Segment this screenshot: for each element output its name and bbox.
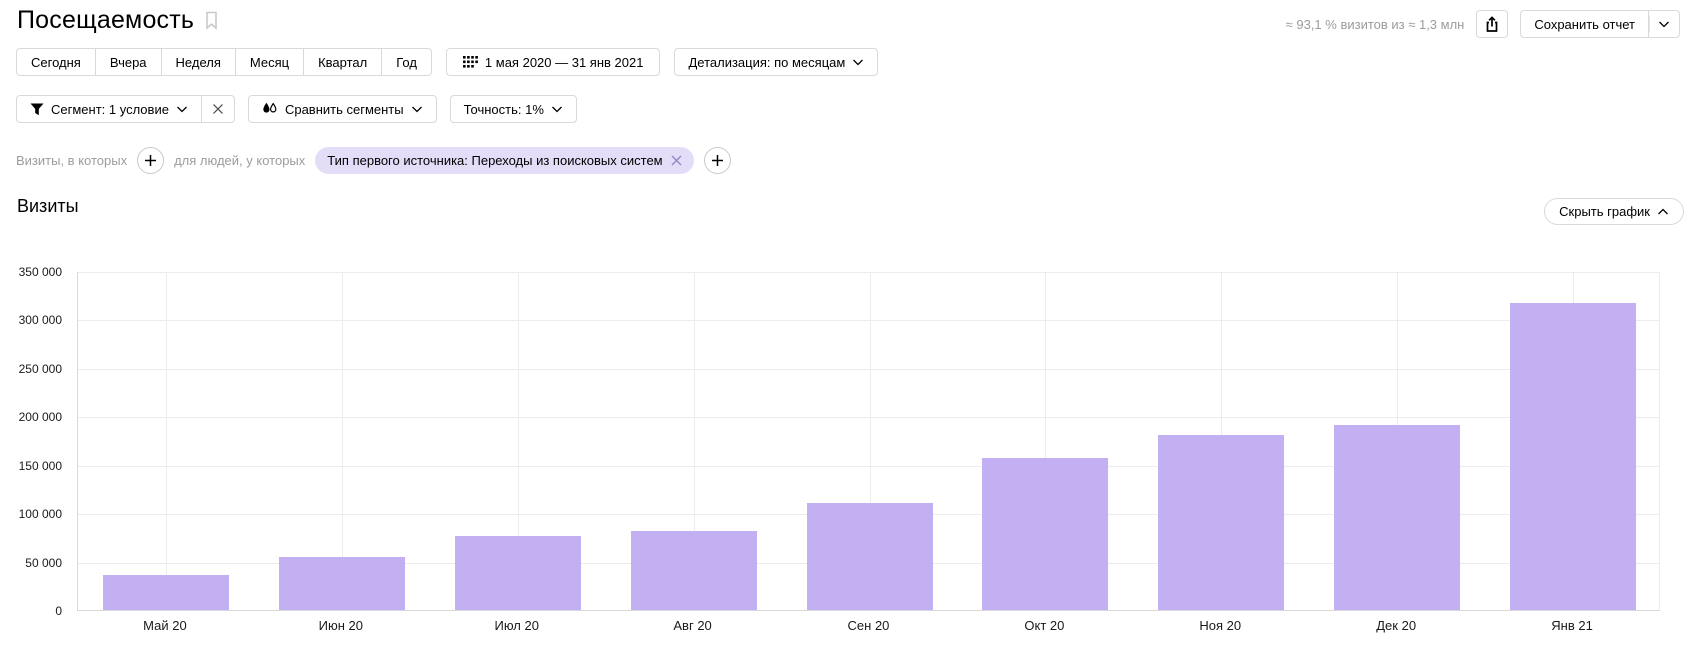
segment-row: Сегмент: 1 условие Сравнить сегменты Точ… — [16, 95, 577, 123]
chart-x-axis: Май 20 Июн 20 Июл 20 Авг 20 Сен 20 Окт 20 Ноя … — [77, 618, 1660, 638]
page-title: Посещаемость — [17, 6, 219, 35]
filter-chip-label: Тип первого источника: Переходы из поиск… — [327, 153, 663, 168]
period-button-1[interactable]: Вчера — [94, 48, 162, 76]
period-button-4[interactable]: Квартал — [303, 48, 383, 76]
detail-label: Детализация: по месяцам — [688, 54, 846, 70]
y-tick-label: 300 000 — [18, 313, 62, 328]
y-tick-label: 100 000 — [18, 507, 62, 522]
two-drops-icon — [262, 102, 278, 116]
x-tick-label: Июн 20 — [318, 618, 363, 633]
y-tick-label: 250 000 — [18, 361, 62, 376]
chevron-down-icon — [852, 59, 864, 66]
y-tick-label: 200 000 — [18, 410, 62, 425]
x-tick-label: Июл 20 — [494, 618, 539, 633]
page-title-text: Посещаемость — [17, 6, 195, 34]
app: { "header": { "title": "Посещаемость", "… — [0, 0, 1696, 657]
chart-bar-6[interactable] — [1158, 434, 1285, 610]
x-tick-label: Ноя 20 — [1199, 618, 1242, 633]
save-report-split-button: Сохранить отчет — [1520, 10, 1680, 38]
period-button-0[interactable]: Сегодня — [16, 48, 96, 76]
segment-label: Сегмент: 1 условие — [51, 101, 169, 117]
chart-bar-5[interactable] — [982, 457, 1109, 610]
segment-clear-button[interactable] — [200, 95, 235, 123]
plus-icon — [711, 154, 724, 167]
chart-bar-8[interactable] — [1510, 302, 1637, 610]
add-people-condition-button[interactable] — [703, 147, 731, 174]
save-report-menu-button[interactable] — [1649, 10, 1680, 38]
add-visit-condition-button[interactable] — [137, 147, 165, 174]
segment-button-group: Сегмент: 1 условие — [16, 95, 235, 123]
x-tick-label: Янв 21 — [1551, 618, 1593, 633]
export-icon — [1484, 15, 1500, 33]
chevron-down-icon — [411, 106, 423, 113]
close-icon — [212, 103, 224, 115]
chart-y-axis: 0 50 000 100 000 150 000 200 000 250 000 300 0… — [0, 265, 62, 618]
period-button-group: Сегодня Вчера Неделя Месяц Квартал Год — [16, 48, 432, 76]
gridline — [78, 320, 1659, 322]
save-report-button[interactable]: Сохранить отчет — [1520, 10, 1649, 38]
chevron-down-icon — [551, 106, 563, 113]
date-range-label: 1 мая 2020 — 31 янв 2021 — [484, 54, 644, 70]
compare-segments-label: Сравнить сегменты — [284, 101, 404, 117]
export-button[interactable] — [1476, 10, 1509, 38]
period-button-5[interactable]: Год — [381, 48, 432, 76]
header-actions: ≈ 93,1 % визитов из ≈ 1,3 млн Сохранить … — [1286, 10, 1680, 38]
x-tick-label: Дек 20 — [1376, 618, 1417, 633]
toolbar-row: Сегодня Вчера Неделя Месяц Квартал Год 1 мая … — [16, 48, 879, 76]
compare-segments-dropdown[interactable]: Сравнить сегменты — [247, 95, 437, 123]
accuracy-label: Точность: 1% — [463, 101, 544, 117]
sample-info: ≈ 93,1 % визитов из ≈ 1,3 млн — [1285, 16, 1465, 32]
x-tick-label: Сен 20 — [847, 618, 890, 633]
visits-condition-label: Визиты, в которых — [16, 153, 128, 168]
chart-bar-2[interactable] — [454, 535, 581, 610]
hide-chart-button[interactable]: Скрыть график — [1544, 198, 1684, 225]
y-tick-label: 350 000 — [18, 265, 62, 279]
gridline — [78, 368, 1659, 370]
date-range-button[interactable]: 1 мая 2020 — 31 янв 2021 — [445, 48, 661, 76]
chart-bar-3[interactable] — [630, 531, 757, 610]
gridline — [78, 272, 1659, 273]
bookmark-icon[interactable] — [204, 11, 219, 30]
filter-funnel-icon — [30, 103, 44, 116]
filter-row: Визиты, в которых для людей, у которых Т… — [16, 147, 731, 174]
chevron-down-icon — [176, 106, 188, 113]
plus-icon — [144, 154, 157, 167]
people-condition-label: для людей, у которых — [174, 153, 306, 168]
gridline — [78, 417, 1659, 419]
x-tick-label: Окт 20 — [1024, 618, 1065, 633]
segment-dropdown[interactable]: Сегмент: 1 условие — [16, 95, 202, 123]
chevron-down-icon — [1658, 21, 1670, 28]
x-tick-label: Май 20 — [143, 618, 187, 633]
chip-remove-icon[interactable] — [671, 155, 682, 166]
chart-plot — [77, 272, 1660, 611]
hide-chart-label: Скрыть график — [1559, 204, 1650, 219]
metric-title: Визиты — [17, 196, 79, 216]
y-tick-label: 0 — [55, 604, 62, 618]
chart-bar-7[interactable] — [1334, 425, 1461, 610]
chart-bar-0[interactable] — [102, 575, 229, 610]
accuracy-dropdown[interactable]: Точность: 1% — [449, 95, 577, 123]
y-tick-label: 150 000 — [18, 458, 62, 473]
detail-dropdown[interactable]: Детализация: по месяцам — [674, 48, 879, 76]
chart-bar-1[interactable] — [278, 556, 405, 610]
filter-chip[interactable]: Тип первого источника: Переходы из поиск… — [315, 147, 694, 174]
period-button-2[interactable]: Неделя — [160, 48, 236, 76]
chevron-up-icon — [1657, 208, 1669, 215]
x-tick-label: Авг 20 — [673, 618, 712, 633]
chart-bar-4[interactable] — [806, 503, 933, 610]
y-tick-label: 50 000 — [25, 555, 62, 570]
gridline — [165, 272, 167, 610]
calendar-dots-icon — [462, 55, 478, 69]
period-button-3[interactable]: Месяц — [234, 48, 305, 76]
